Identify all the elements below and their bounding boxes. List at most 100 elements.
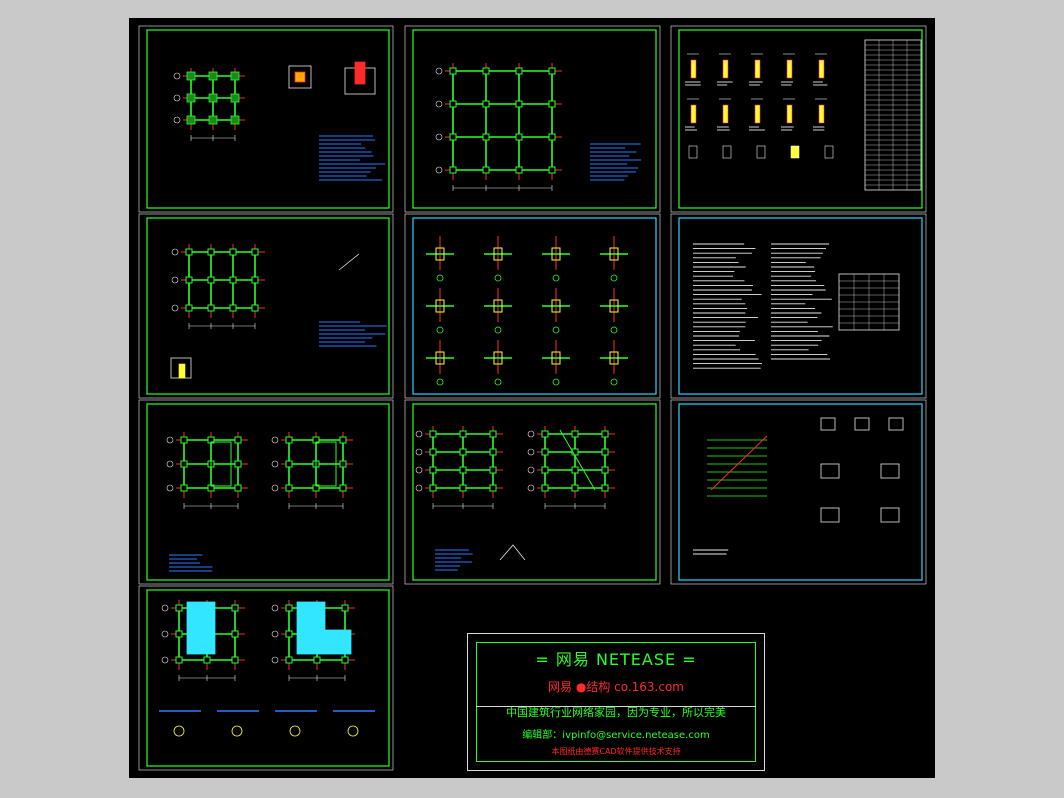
column [548, 133, 556, 141]
sheet-inner-frame [678, 29, 923, 209]
cad-drawing-canvas: = 网易 NETEASE = 网易 ●结构 co.163.com 中国建筑行业网… [129, 18, 935, 778]
column [541, 430, 549, 438]
column [231, 656, 239, 664]
detail-marker [610, 326, 618, 334]
detail-box [820, 417, 836, 431]
column [234, 436, 242, 444]
axis-bubble [415, 448, 423, 456]
column [175, 656, 183, 664]
axis-bubble [271, 656, 279, 664]
base-section [722, 145, 732, 159]
title-block-note: 本图纸由德赛CAD软件提供技术支持 [551, 747, 681, 756]
column [175, 630, 183, 638]
column [489, 430, 497, 438]
detail-marker [436, 326, 444, 334]
base-section [688, 145, 698, 159]
roof-slope-mark [499, 544, 526, 561]
axis-bubble [171, 276, 179, 284]
footing [208, 71, 218, 81]
axis-bubble [171, 304, 179, 312]
column [175, 604, 183, 612]
detail-marker [436, 378, 444, 386]
axis-bubble [271, 460, 279, 468]
axis-bubble [173, 72, 181, 80]
sheet-inner-frame [146, 29, 390, 209]
axis-bubble [435, 133, 443, 141]
sheet-beam-grid-plan [404, 25, 661, 213]
sheet-outer-frame [670, 213, 927, 399]
detail-marker [552, 378, 560, 386]
section-marker [173, 725, 185, 737]
column [285, 484, 293, 492]
column [459, 484, 467, 492]
footing-core [294, 71, 306, 83]
column-section [754, 59, 761, 79]
column-section [690, 59, 697, 79]
column [489, 484, 497, 492]
column [482, 67, 490, 75]
detail-marker [436, 274, 444, 282]
column [601, 448, 609, 456]
detail-fill [178, 363, 186, 379]
column [339, 484, 347, 492]
footing [208, 115, 218, 125]
axis-bubble [435, 67, 443, 75]
sheet-inner-frame [412, 29, 657, 209]
stair-line [559, 429, 596, 491]
footing [186, 93, 196, 103]
column [601, 466, 609, 474]
column [285, 656, 293, 664]
column [482, 133, 490, 141]
column [449, 166, 457, 174]
column-section [722, 104, 729, 124]
column [449, 67, 457, 75]
axis-bubble [415, 466, 423, 474]
sheet-outer-frame [404, 25, 661, 213]
axis-bubble [173, 94, 181, 102]
column [601, 484, 609, 492]
sheet-column-layout-plan [138, 213, 394, 399]
column [429, 448, 437, 456]
column-section [818, 104, 825, 124]
column [489, 448, 497, 456]
sheet-floor-plans-b [404, 399, 661, 585]
column [234, 484, 242, 492]
detail-marker [494, 378, 502, 386]
section-marker [231, 725, 243, 737]
column [548, 100, 556, 108]
detail-marker [610, 378, 618, 386]
column [229, 276, 237, 284]
axis-bubble [435, 100, 443, 108]
detail-box [820, 507, 840, 523]
footing [186, 71, 196, 81]
column [180, 484, 188, 492]
column-section [754, 104, 761, 124]
footing [230, 71, 240, 81]
base-section [790, 145, 800, 159]
section-marker [347, 725, 359, 737]
axis-bubble [271, 436, 279, 444]
roof-fill [296, 601, 326, 655]
column [429, 484, 437, 492]
axis-bubble [173, 116, 181, 124]
sheet-outer-frame [138, 585, 394, 771]
column [541, 448, 549, 456]
footing [186, 115, 196, 125]
roof-fill [324, 629, 352, 655]
column [541, 484, 549, 492]
column [229, 248, 237, 256]
detail-box [880, 507, 900, 523]
axis-bubble [415, 430, 423, 438]
axis-bubble [161, 604, 169, 612]
title-block-subtitle: 网易 ●结构 co.163.com [548, 680, 684, 694]
title-block-email: 编辑部：ivpinfo@service.netease.com [522, 730, 710, 741]
sheet-column-schedule [670, 25, 927, 213]
axis-bubble [166, 484, 174, 492]
detail-box [854, 417, 870, 431]
footing [230, 115, 240, 125]
column [482, 100, 490, 108]
sheet-node-details [404, 213, 661, 399]
column [571, 466, 579, 474]
detail-box [888, 417, 904, 431]
column [449, 133, 457, 141]
